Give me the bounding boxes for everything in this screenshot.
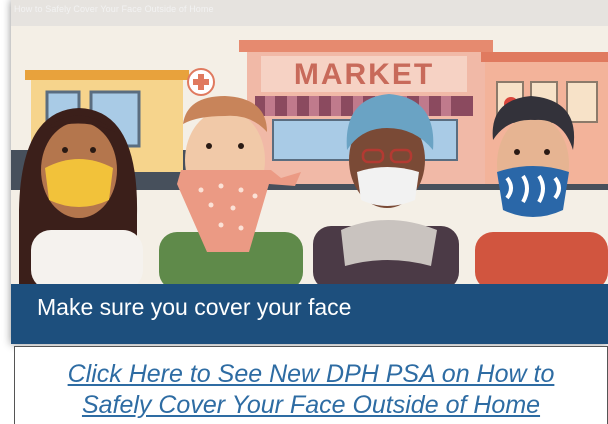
psa-link-line-1: Click Here to See New DPH PSA on How to [67, 360, 555, 388]
store-sign: MARKET [294, 58, 434, 91]
psa-link[interactable]: Click Here to See New DPH PSA on How to … [15, 359, 607, 421]
video-caption: Make sure you cover your face [37, 294, 352, 320]
video-title: How to Safely Cover Your Face Outside of… [14, 4, 214, 14]
psa-link-box: Click Here to See New DPH PSA on How to … [14, 346, 608, 424]
psa-link-line-2: Safely Cover Your Face Outside of Home [81, 391, 541, 419]
video-player[interactable]: MARKET How to Safely Cover Your Face Out… [11, 0, 608, 344]
